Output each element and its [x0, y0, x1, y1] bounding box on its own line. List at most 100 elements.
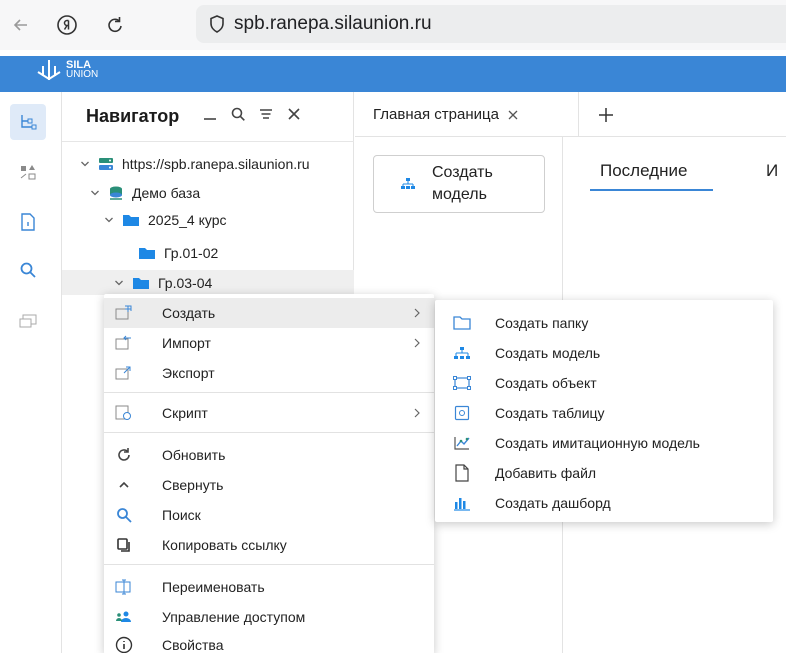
menu-item-label: Поиск	[162, 507, 201, 523]
menu-item-refresh[interactable]: Обновить	[104, 440, 434, 470]
tree-item-server[interactable]: https://spb.ranepa.silaunion.ru	[62, 151, 354, 176]
document-icon[interactable]	[10, 204, 46, 240]
tree-item-group-03-04[interactable]: Гр.03-04	[62, 270, 354, 295]
refresh-icon	[114, 445, 134, 465]
menu-item-search[interactable]: Поиск	[104, 500, 434, 530]
tree-item-label: https://spb.ranepa.silaunion.ru	[122, 155, 310, 172]
menu-icon[interactable]	[258, 106, 274, 127]
search-icon[interactable]	[230, 106, 246, 127]
database-icon	[108, 185, 124, 201]
table-icon	[451, 402, 473, 424]
chevron-down-icon[interactable]	[78, 157, 92, 171]
minimize-icon[interactable]	[202, 106, 218, 127]
menu-item-access[interactable]: Управление доступом	[104, 602, 434, 632]
chat-icon[interactable]	[10, 304, 46, 340]
url-text: spb.ranepa.silaunion.ru	[234, 13, 432, 34]
script-icon	[114, 403, 134, 423]
navigator-title: Навигатор	[86, 106, 180, 126]
export-icon	[114, 363, 134, 383]
search-rail-icon[interactable]	[10, 252, 46, 288]
shield-icon	[208, 14, 226, 34]
menu-item-label: Импорт	[162, 335, 211, 351]
menu-divider	[104, 392, 434, 393]
menu-item-label: Создать	[162, 305, 216, 321]
menu-item-import[interactable]: Импорт	[104, 328, 434, 358]
folder-icon	[138, 246, 156, 260]
menu-item-create[interactable]: Создать	[104, 298, 434, 328]
submenu-item-create-model[interactable]: Создать модель	[435, 338, 773, 368]
menu-item-label: Свернуть	[162, 477, 224, 493]
add-tab-icon[interactable]	[593, 102, 619, 128]
create-icon	[114, 303, 134, 323]
menu-item-rename[interactable]: Переименовать	[104, 572, 434, 602]
menu-item-script[interactable]: Скрипт	[104, 398, 434, 428]
submenu-item-label: Создать модель	[495, 345, 601, 361]
tree-item-folder-2025[interactable]: 2025_4 курс	[62, 207, 354, 232]
menu-item-label: Свойства	[162, 637, 224, 653]
chevron-down-icon[interactable]	[112, 276, 126, 290]
active-tab-indicator	[590, 189, 713, 191]
submenu-item-create-dashboard[interactable]: Создать дашборд	[435, 488, 773, 518]
simulation-icon	[451, 432, 473, 454]
navigator-header: Навигатор	[62, 92, 354, 142]
submenu-item-label: Создать папку	[495, 315, 589, 331]
copy-link-icon	[114, 535, 134, 555]
tab-recent[interactable]: Последние	[600, 161, 687, 181]
create-model-button[interactable]: Создать модель	[373, 155, 545, 213]
tab-label: Главная страница	[373, 106, 499, 123]
menu-item-label: Экспорт	[162, 365, 215, 381]
tree-item-demo-db[interactable]: Демо база	[62, 180, 354, 205]
model-icon	[400, 177, 416, 191]
left-rail	[0, 92, 62, 653]
yandex-icon[interactable]	[52, 10, 82, 40]
submenu-item-create-simulation[interactable]: Создать имитационную модель	[435, 428, 773, 458]
folder-icon	[132, 276, 150, 290]
search-icon	[114, 505, 134, 525]
chevron-down-icon[interactable]	[102, 213, 116, 227]
tab-bar: Главная страница	[355, 92, 786, 137]
chevron-down-icon[interactable]	[88, 186, 102, 200]
collapse-icon	[114, 475, 134, 495]
tree-item-label: Демо база	[132, 184, 201, 201]
menu-item-properties[interactable]: Свойства	[104, 630, 434, 653]
folder-icon	[122, 213, 140, 227]
rename-icon	[114, 577, 134, 597]
menu-item-collapse[interactable]: Свернуть	[104, 470, 434, 500]
create-model-label: Создать модель	[432, 164, 493, 203]
app-header: SILA UNION	[0, 56, 786, 92]
app-window: spb.ranepa.silaunion.ru SILA UNION Навиг…	[0, 0, 786, 653]
submenu-item-add-file[interactable]: Добавить файл	[435, 458, 773, 488]
close-icon[interactable]	[286, 106, 302, 127]
close-tab-icon[interactable]	[507, 109, 519, 121]
menu-item-label: Скрипт	[162, 405, 208, 421]
submenu-item-create-table[interactable]: Создать таблицу	[435, 398, 773, 428]
tree-item-label: Гр.01-02	[164, 244, 219, 261]
chevron-right-icon	[412, 307, 422, 319]
model-icon	[451, 342, 473, 364]
arrow-left-icon[interactable]	[6, 10, 36, 40]
reload-icon[interactable]	[100, 10, 130, 40]
dashboard-icon	[451, 492, 473, 514]
shapes-icon[interactable]	[10, 154, 46, 190]
submenu-item-label: Добавить файл	[495, 465, 597, 481]
import-icon	[114, 333, 134, 353]
navigator-tree-icon[interactable]	[10, 104, 46, 140]
menu-item-copy-link[interactable]: Копировать ссылку	[104, 530, 434, 560]
sila-union-logo[interactable]: SILA UNION	[36, 58, 98, 82]
folder-outline-icon	[451, 312, 473, 334]
submenu-item-label: Создать объект	[495, 375, 597, 391]
object-icon	[451, 372, 473, 394]
context-menu: Создать Импорт Экспорт Скрипт Обновить С…	[104, 294, 434, 653]
tree-item-group-01-02[interactable]: Гр.01-02	[62, 240, 354, 265]
tab-other[interactable]: И	[766, 161, 778, 181]
menu-item-label: Управление доступом	[162, 609, 306, 625]
address-bar[interactable]: spb.ranepa.silaunion.ru	[196, 5, 786, 43]
menu-item-export[interactable]: Экспорт	[104, 358, 434, 388]
file-icon	[451, 462, 473, 484]
submenu-item-create-folder[interactable]: Создать папку	[435, 308, 773, 338]
tab-main-page[interactable]: Главная страница	[355, 92, 579, 137]
logo-mark-icon	[37, 60, 61, 81]
menu-divider	[104, 432, 434, 433]
submenu-item-create-object[interactable]: Создать объект	[435, 368, 773, 398]
server-icon	[98, 157, 114, 171]
